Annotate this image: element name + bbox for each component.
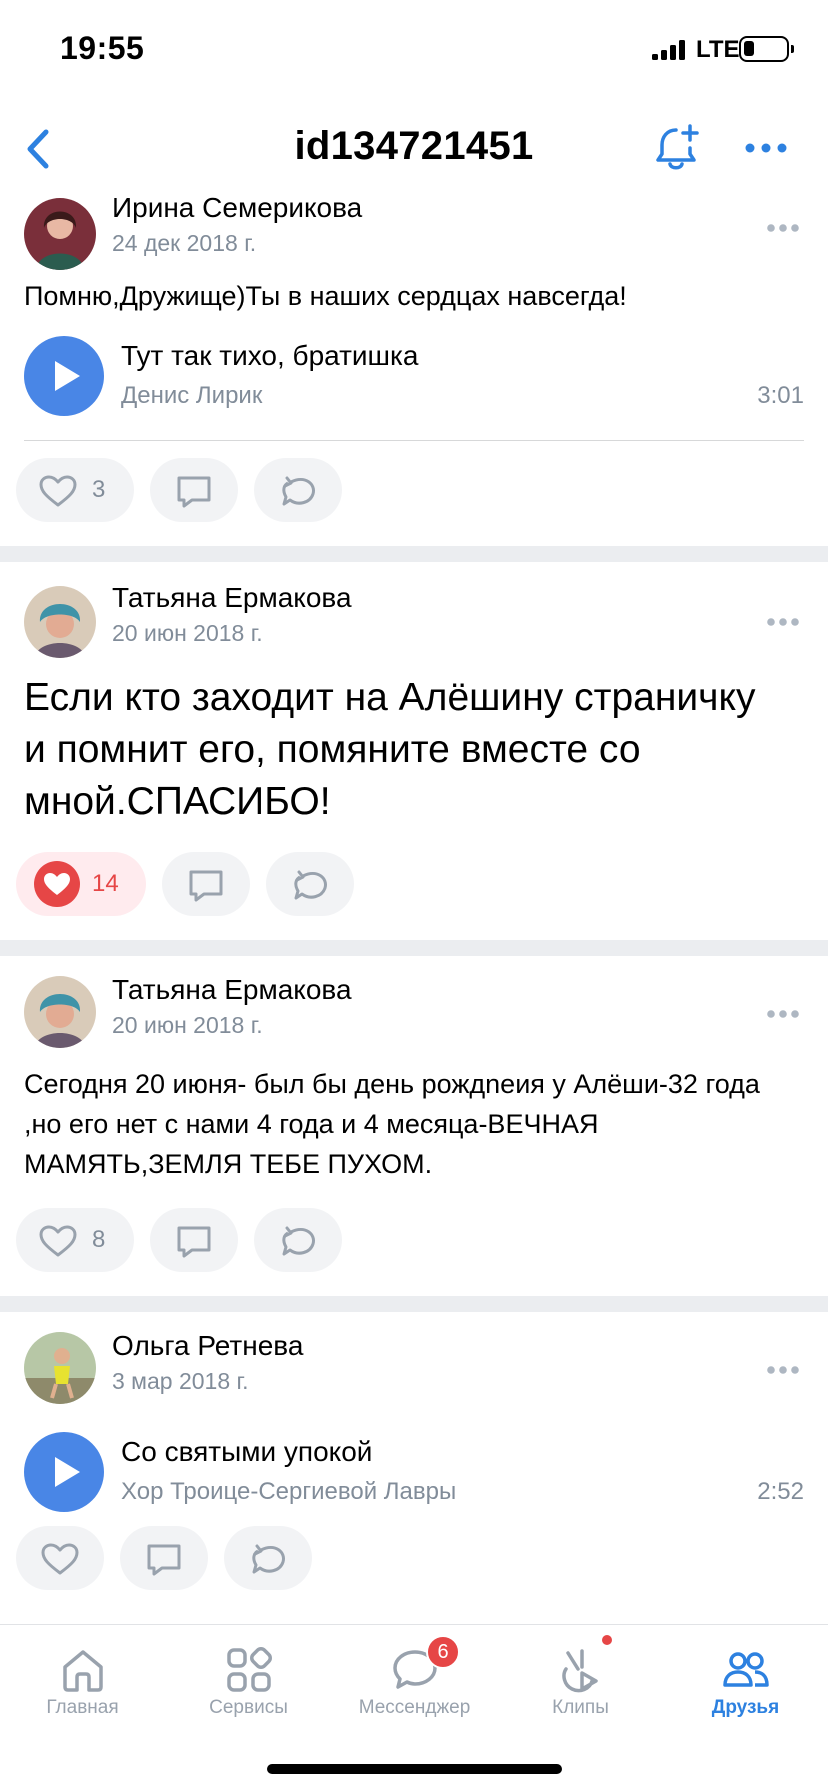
like-button[interactable]: 14 [16,852,146,916]
post-date: 3 мар 2018 г. [112,1368,249,1394]
clips-icon [561,1649,598,1693]
status-time: 19:55 [60,30,145,66]
nav-bar: id134721451 [0,100,828,196]
heart-filled-icon [34,861,80,907]
more-horizontal-icon[interactable] [766,1362,800,1374]
avatar[interactable] [24,586,96,658]
post-author[interactable]: Татьяна Ермакова [112,582,352,614]
post-author[interactable]: Татьяна Ермакова [112,974,352,1006]
friends-icon [722,1652,769,1687]
share-button[interactable] [224,1526,312,1590]
post: Ирина Семерикова 24 дек 2018 г. Помню,Др… [0,192,828,546]
cellular-signal-icon [652,40,688,60]
post-text: Если кто заходит на Алёшину страничку и … [24,676,756,823]
more-horizontal-icon[interactable] [766,614,800,626]
heart-outline-icon [39,475,77,507]
tab-label: Мессенджер [358,1697,471,1718]
audio-title: Тут так тихо, братишка [121,340,419,371]
tab-clips[interactable]: Клипы [498,1625,663,1735]
post: Татьяна Ермакова 20 июн 2018 г. Если кто… [0,562,828,940]
like-button[interactable] [16,1526,104,1590]
post-date: 20 июн 2018 г. [112,620,263,646]
post-author[interactable]: Ольга Ретнева [112,1330,303,1362]
like-count: 14 [92,870,119,897]
play-icon[interactable] [24,336,104,416]
audio-duration: 3:01 [757,382,804,409]
comment-icon [147,1544,181,1576]
unread-badge: 6 [426,1635,460,1669]
tab-services[interactable]: Сервисы [166,1625,331,1735]
share-icon [282,476,315,506]
heart-outline-icon [41,1543,79,1575]
comment-icon [189,870,223,902]
tab-label: Главная [46,1697,119,1718]
audio-title: Со святыми упокой [121,1436,373,1467]
share-button[interactable] [266,852,354,916]
divider [24,440,804,441]
share-icon [294,870,327,900]
page-title: id134721451 [294,124,534,168]
network-type: LTE [696,36,740,63]
audio-artist: Хор Троице-Сергиевой Лавры [121,1478,457,1505]
avatar[interactable] [24,1332,96,1404]
post-date: 20 июн 2018 г. [112,1012,263,1038]
post-author[interactable]: Ирина Семерикова [112,192,362,224]
comment-button[interactable] [162,852,250,916]
bell-plus-icon[interactable] [652,122,702,174]
post-separator [0,546,828,562]
more-horizontal-icon[interactable] [766,220,800,232]
post-separator [0,940,828,956]
battery-icon [739,36,794,62]
like-button[interactable]: 8 [16,1208,134,1272]
home-indicator [267,1764,562,1774]
share-icon [252,1544,285,1574]
share-button[interactable] [254,1208,342,1272]
status-bar: 19:55 LTE [0,0,828,100]
post-date: 24 дек 2018 г. [112,230,257,256]
tab-label: Клипы [552,1697,609,1718]
tab-home[interactable]: Главная [0,1625,165,1735]
post: Татьяна Ермакова 20 июн 2018 г. Сегодня … [0,956,828,1296]
post-separator [0,1296,828,1312]
share-button[interactable] [254,458,342,522]
more-horizontal-icon[interactable] [766,1006,800,1018]
comment-button[interactable] [150,458,238,522]
avatar[interactable] [24,198,96,270]
tab-label: Друзья [711,1697,780,1718]
like-count: 8 [92,1226,106,1253]
tab-messenger[interactable]: Мессенджер [332,1625,497,1735]
heart-outline-icon [39,1225,77,1257]
post-text: Помню,Дружище)Ты в наших сердцах навсегд… [24,281,627,311]
like-button[interactable]: 3 [16,458,134,522]
home-icon [62,1650,103,1692]
audio-attachment[interactable]: Тут так тихо, братишка Денис Лирик 3:01 [24,336,804,416]
audio-duration: 2:52 [757,1478,804,1505]
tab-label: Сервисы [209,1697,288,1718]
share-icon [282,1226,315,1256]
more-horizontal-icon[interactable] [744,138,788,158]
play-icon[interactable] [24,1432,104,1512]
audio-attachment[interactable]: Со святыми упокой Хор Троице-Сергиевой Л… [24,1432,804,1512]
tab-friends[interactable]: Друзья [663,1625,828,1735]
comment-button[interactable] [150,1208,238,1272]
like-count: 3 [92,476,106,503]
new-clips-dot [602,1635,612,1645]
audio-artist: Денис Лирик [121,382,263,409]
comment-button[interactable] [120,1526,208,1590]
post-text: Сегодня 20 июня- был бы день рождneия у … [24,1069,760,1179]
comment-icon [177,1226,211,1258]
post: Ольга Ретнева 3 мар 2018 г. Со святыми у… [0,1312,828,1624]
avatar[interactable] [24,976,96,1048]
services-grid-icon [226,1647,272,1692]
comment-icon [177,476,211,508]
